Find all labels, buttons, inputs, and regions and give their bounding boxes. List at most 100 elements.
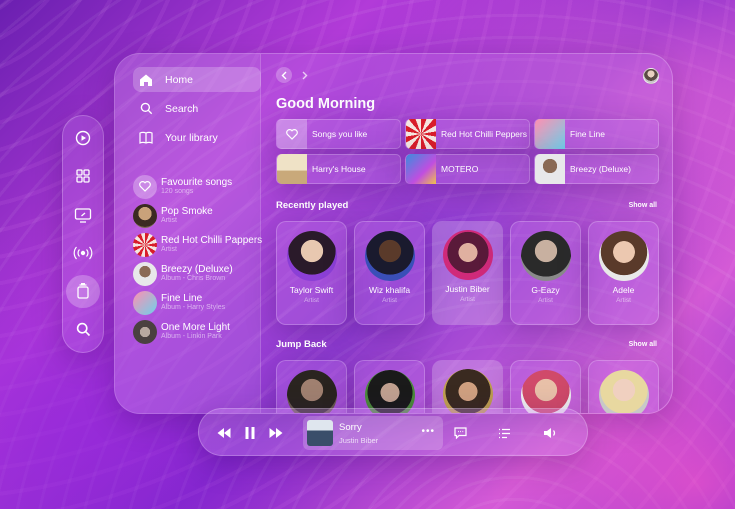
volume-icon [543,428,555,438]
quick-access-item[interactable]: MOTERO [405,154,530,184]
now-playing[interactable]: Sorry Justin Biber ••• [303,416,443,450]
library-item-subtitle: Album - Chris Brown [161,275,226,282]
quick-access-label: Fine Line [570,129,605,139]
avatar [133,290,157,315]
quick-access-item[interactable]: Breezy (Deluxe) [534,154,659,184]
artist-card[interactable]: Taylor Swift Artist [276,221,347,325]
page-title: Good Morning [276,96,376,112]
quick-access-item[interactable]: Red Hot Chilli Peppers [405,119,530,149]
artist-name: G-Eazy [531,285,560,295]
more-options-button[interactable]: ••• [421,426,435,437]
search-icon[interactable] [66,314,100,346]
artist-card[interactable] [354,360,425,413]
artist-image [598,370,649,413]
library-item[interactable]: Fine Line Album - Harry Styles [133,288,260,317]
heart-icon [277,119,307,149]
artist-card[interactable] [510,360,581,413]
chevron-right-icon [302,71,308,79]
artist-card[interactable]: G-Eazy Artist [510,221,581,325]
quick-access-label: MOTERO [441,164,479,174]
library-item-title: Favourite songs [161,177,233,188]
nav-search[interactable]: Search [133,96,261,121]
album-art [406,154,436,184]
library-item-title: Pop Smoke [161,206,213,217]
monitor-icon[interactable] [66,199,100,231]
album-art [277,154,307,184]
quick-access-label: Red Hot Chilli Peppers [441,129,527,139]
previous-button[interactable] [216,425,232,441]
artist-card[interactable]: Wiz khalifa Artist [354,221,425,325]
jump-back-row [276,360,672,413]
section-title: Jump Back [276,339,327,350]
nav-search-label: Search [165,102,199,115]
artist-card[interactable] [276,360,347,413]
quick-access-label: Breezy (Deluxe) [570,164,631,174]
quick-access-item[interactable]: Fine Line [534,119,659,149]
album-art [406,119,436,149]
main-window: Home Search Your library Favourite songs… [114,53,673,414]
library-item[interactable]: Red Hot Chilli Pappers Artist [133,230,263,259]
next-button[interactable] [268,425,284,441]
album-art [535,154,565,184]
library-item-subtitle: 120 songs [161,188,194,195]
pause-button[interactable] [243,425,257,441]
nav-home[interactable]: Home [133,67,261,92]
library-list: Favourite songs 120 songs Pop Smoke Arti… [133,172,263,346]
artist-name: Adele [612,285,635,295]
track-title: Sorry [339,422,362,433]
topbar [276,67,659,85]
quick-access-item[interactable]: Songs you like [276,119,401,149]
grid-icon[interactable] [66,160,100,192]
artist-type: Artist [304,297,319,304]
artist-card[interactable]: Justin Biber Artist [432,221,503,325]
library-item-title: Breezy (Deluxe) [161,264,233,275]
queue-icon [498,428,510,438]
avatar [133,203,157,228]
artist-type: Artist [616,297,631,304]
nav-home-label: Home [165,73,194,86]
rewind-icon [217,428,231,438]
artist-image [364,231,415,281]
show-all-link[interactable]: Show all [629,341,657,348]
book-icon [137,129,155,147]
artist-card[interactable]: Adele Artist [588,221,659,325]
library-item-title: Fine Line [161,293,203,304]
home-icon [137,71,155,89]
artist-name: Wiz khalifa [368,285,411,295]
nav-library-label: Your library [165,131,218,144]
library-item[interactable]: One More Light Album - Linkin Park [133,317,260,346]
pause-icon [245,427,255,439]
artist-name: Taylor Swift [289,285,334,295]
quick-access-label: Songs you like [312,129,368,139]
search-icon [137,100,155,118]
back-button[interactable] [276,67,292,83]
album-art [535,119,565,149]
show-all-link[interactable]: Show all [629,202,657,209]
library-item-subtitle: Artist [161,217,177,224]
artist-type: Artist [538,297,553,304]
volume-button[interactable] [541,425,559,441]
library-item[interactable]: Pop Smoke Artist [133,201,260,230]
quick-access-label: Harry's House [312,164,366,174]
forward-button[interactable] [297,67,313,83]
artist-card[interactable] [432,360,503,413]
library-item[interactable]: Favourite songs 120 songs [133,172,260,201]
library-item[interactable]: Breezy (Deluxe) Album - Chris Brown [133,259,260,288]
avatar [133,232,157,257]
avatar[interactable] [643,68,659,84]
album-art [307,420,333,446]
artist-type: Artist [460,296,475,303]
left-rail [62,115,104,353]
nav-library[interactable]: Your library [133,125,261,150]
artist-card[interactable] [588,360,659,413]
library-item-title: Red Hot Chilli Pappers [161,235,263,246]
artist-name: Justin Biber [445,284,490,294]
play-circle-icon[interactable] [66,122,100,154]
artist-image [598,231,649,281]
queue-button[interactable] [496,425,512,441]
player-bar: Sorry Justin Biber ••• [198,408,588,456]
lyrics-button[interactable] [452,425,468,441]
broadcast-icon[interactable] [66,237,100,269]
library-icon[interactable] [66,275,100,308]
quick-access-item[interactable]: Harry's House [276,154,401,184]
